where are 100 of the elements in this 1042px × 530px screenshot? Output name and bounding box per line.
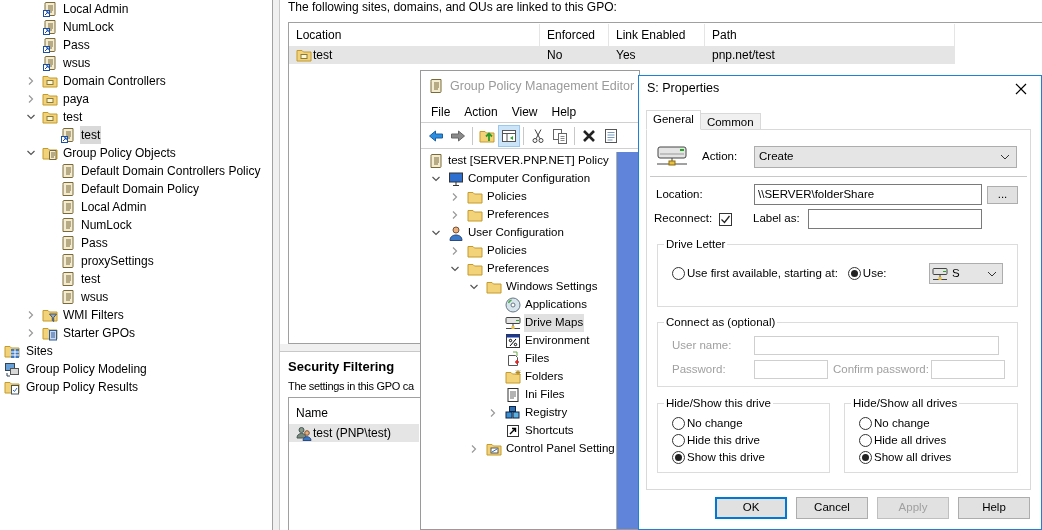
radio-button[interactable] [859, 417, 872, 431]
radio-button[interactable] [859, 434, 872, 448]
table-row[interactable]: test No Yes pnp.net/test [289, 46, 955, 64]
tree-item[interactable]: Shortcuts [524, 422, 575, 440]
tree-item[interactable]: Windows Settings [505, 278, 599, 296]
tree-item[interactable]: Local Admin [62, 0, 130, 18]
tree-item[interactable]: Sites [25, 342, 54, 360]
radio-button[interactable] [672, 417, 685, 431]
radio-label[interactable]: Hide this drive [687, 432, 760, 450]
radio-label[interactable]: No change [874, 415, 930, 433]
chevron-down-icon[interactable] [26, 112, 36, 122]
table-cell-text: No [547, 47, 563, 64]
folder-icon [467, 189, 483, 205]
pane-toggle-icon [501, 127, 517, 144]
menu-item[interactable]: Help [551, 102, 577, 121]
grid-folder-icon [4, 343, 20, 359]
funnel-folder-icon [42, 307, 58, 323]
radio-label[interactable]: Show all drives [874, 449, 952, 467]
tree-item[interactable]: paya [62, 90, 91, 108]
menu-item[interactable]: View [511, 102, 538, 121]
computers-icon [4, 361, 20, 377]
dropdown[interactable]: S [929, 263, 1003, 285]
browse-button[interactable]: ... [987, 185, 1018, 204]
tree-item[interactable]: NumLock [80, 216, 133, 234]
field-label: User name: [672, 338, 733, 354]
tree-item[interactable]: WMI Filters [62, 306, 125, 324]
tree-item[interactable]: Policies [486, 242, 528, 260]
tree-item[interactable]: Registry [524, 404, 569, 422]
menu-item[interactable]: Action [464, 102, 498, 121]
tree-item[interactable]: User Configuration [467, 224, 565, 242]
tree-item[interactable]: Ini Files [524, 386, 566, 404]
radio-label[interactable]: No change [687, 415, 743, 433]
dropdown[interactable]: Create [754, 146, 1017, 168]
scroll-icon [60, 271, 76, 287]
chevron-down-icon[interactable] [431, 174, 441, 184]
tab[interactable]: General [646, 110, 701, 130]
tree-item[interactable]: Applications [524, 296, 588, 314]
tree-item[interactable]: test [SERVER.PNP.NET] Policy [447, 152, 610, 170]
radio-label[interactable]: Use: [862, 265, 887, 283]
chevron-down-icon[interactable] [431, 228, 441, 238]
chevron-down-icon[interactable] [26, 148, 36, 158]
tree-item[interactable]: Preferences [486, 206, 550, 224]
menu-item[interactable]: File [431, 102, 451, 121]
checkbox[interactable] [719, 212, 732, 226]
chevron-down-icon[interactable] [469, 282, 479, 292]
radio-button[interactable] [847, 267, 861, 281]
tree-item[interactable]: proxySettings [80, 252, 155, 270]
input-field[interactable] [808, 209, 982, 229]
tree-item[interactable]: Group Policy Objects [62, 144, 177, 162]
chevron-down-icon [1000, 154, 1010, 160]
tree-item[interactable]: Domain Controllers [62, 72, 167, 90]
tree-item[interactable]: Policies [486, 188, 528, 206]
tree-item[interactable]: test [62, 108, 84, 126]
scroll-shortcut-icon [42, 37, 58, 53]
tree-item[interactable]: Starter GPOs [62, 324, 137, 342]
dialog-button[interactable]: OK [715, 497, 787, 519]
tree-item[interactable]: Control Panel Setting [505, 440, 616, 458]
radio-button[interactable] [672, 434, 685, 448]
radio-button[interactable] [672, 267, 685, 281]
tree-item[interactable]: Environment [524, 332, 591, 350]
radio-button[interactable] [859, 451, 872, 465]
close-icon [1015, 82, 1027, 95]
tree-item[interactable]: NumLock [62, 18, 115, 36]
radio-label[interactable]: Use first available, starting at: [687, 265, 838, 283]
tree-item[interactable]: test [80, 126, 102, 144]
group-title: Hide/Show this drive [665, 396, 772, 411]
tree-item[interactable]: Local Admin [80, 198, 148, 216]
table-row[interactable]: test (PNP\test) [289, 424, 419, 442]
column-header[interactable]: Name [296, 404, 328, 418]
radio-label[interactable]: Show this drive [687, 449, 765, 467]
scroll-icon [60, 199, 76, 215]
chevron-down-icon [987, 270, 997, 277]
toolbar-button[interactable] [498, 124, 520, 147]
scroll-icon [428, 153, 444, 169]
tree-item[interactable]: wsus [62, 54, 92, 72]
tree-item[interactable]: test [80, 270, 102, 288]
tree-item[interactable]: Default Domain Controllers Policy [80, 162, 262, 180]
cubes-icon [505, 405, 521, 421]
chevron-down-icon[interactable] [450, 264, 460, 274]
tree-item[interactable]: Files [524, 350, 551, 368]
folder-icon [42, 109, 58, 125]
field-label: Password: [672, 362, 727, 378]
tree-item[interactable]: Folders [524, 368, 565, 386]
tree-item[interactable]: Group Policy Results [25, 378, 140, 396]
scroll-icon [60, 253, 76, 269]
radio-button[interactable] [672, 451, 685, 465]
tree-item[interactable]: Default Domain Policy [80, 180, 201, 198]
tree-item[interactable]: Preferences [486, 260, 550, 278]
dialog-button[interactable]: Help [958, 497, 1030, 519]
tree-item[interactable]: Pass [80, 234, 109, 252]
tree-item[interactable]: Computer Configuration [467, 170, 592, 188]
input-field[interactable]: \\SERVER\folderShare [754, 184, 982, 205]
tree-item[interactable]: Group Policy Modeling [25, 360, 148, 378]
folder-icon [42, 73, 58, 89]
section-caption: The settings in this GPO ca [288, 379, 414, 393]
tree-item[interactable]: Pass [62, 36, 91, 54]
tree-item[interactable]: Drive Maps [524, 314, 585, 332]
radio-label[interactable]: Hide all drives [874, 432, 947, 450]
tree-item[interactable]: wsus [80, 288, 110, 306]
dialog-button[interactable]: Cancel [796, 497, 868, 519]
